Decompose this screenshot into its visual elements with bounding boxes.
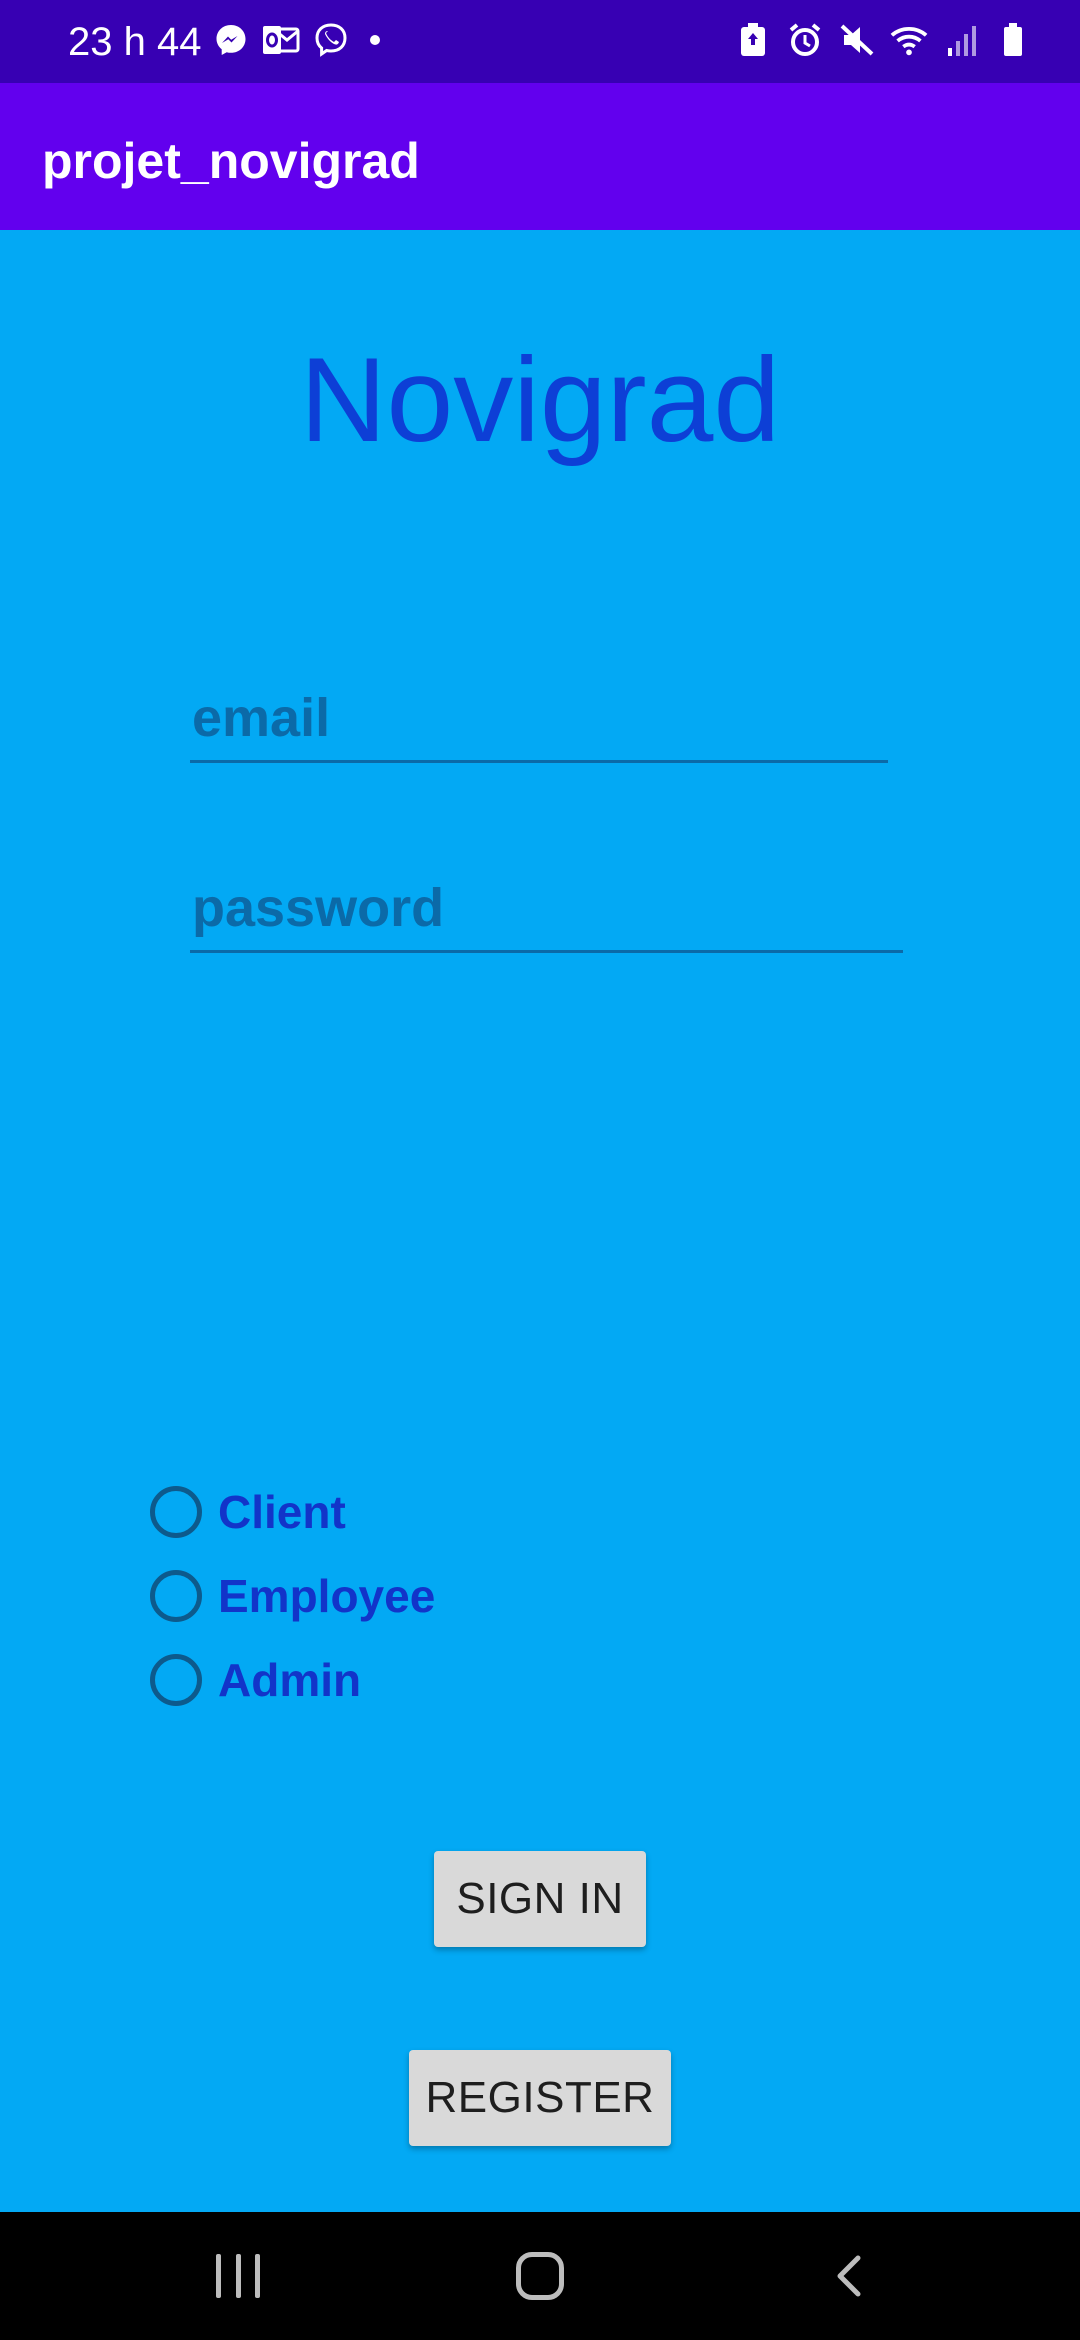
recent-apps-icon[interactable]	[216, 2254, 260, 2298]
radio-employee[interactable]: Employee	[150, 1554, 435, 1638]
battery-saver-icon	[734, 20, 772, 60]
radio-button-icon[interactable]	[150, 1486, 202, 1538]
status-bar: 23 h 44	[0, 0, 1080, 83]
navigation-bar	[0, 2212, 1080, 2340]
radio-client[interactable]: Client	[150, 1470, 435, 1554]
email-field	[190, 675, 888, 763]
login-screen: Novigrad Client Employee Admin SIGN IN R…	[0, 230, 1080, 2212]
radio-button-icon[interactable]	[150, 1654, 202, 1706]
viber-icon	[312, 20, 350, 60]
status-left-icons	[212, 20, 380, 60]
role-radio-group: Client Employee Admin	[150, 1470, 435, 1722]
app-title: projet_novigrad	[42, 133, 420, 189]
battery-icon	[994, 20, 1032, 60]
notification-dot	[370, 35, 380, 45]
wifi-icon	[890, 20, 928, 60]
radio-admin[interactable]: Admin	[150, 1638, 435, 1722]
back-icon[interactable]	[826, 2252, 874, 2300]
messenger-icon	[212, 20, 250, 60]
password-field	[190, 865, 903, 953]
status-right-icons	[734, 20, 1032, 60]
radio-label-employee: Employee	[218, 1570, 436, 1622]
radio-button-icon[interactable]	[150, 1570, 202, 1622]
mute-icon	[838, 20, 876, 60]
register-button[interactable]: REGISTER	[409, 2050, 671, 2146]
email-input[interactable]	[190, 675, 888, 760]
home-icon[interactable]	[516, 2252, 564, 2300]
status-time: 23 h 44	[68, 20, 202, 64]
alarm-icon	[786, 20, 824, 60]
password-input[interactable]	[190, 865, 903, 950]
sign-in-button[interactable]: SIGN IN	[434, 1851, 646, 1947]
outlook-icon	[262, 20, 300, 60]
brand-title: Novigrad	[299, 333, 781, 467]
radio-label-client: Client	[218, 1486, 346, 1538]
signal-icon	[942, 20, 980, 60]
app-bar: projet_novigrad	[0, 83, 1080, 230]
radio-label-admin: Admin	[218, 1654, 362, 1706]
